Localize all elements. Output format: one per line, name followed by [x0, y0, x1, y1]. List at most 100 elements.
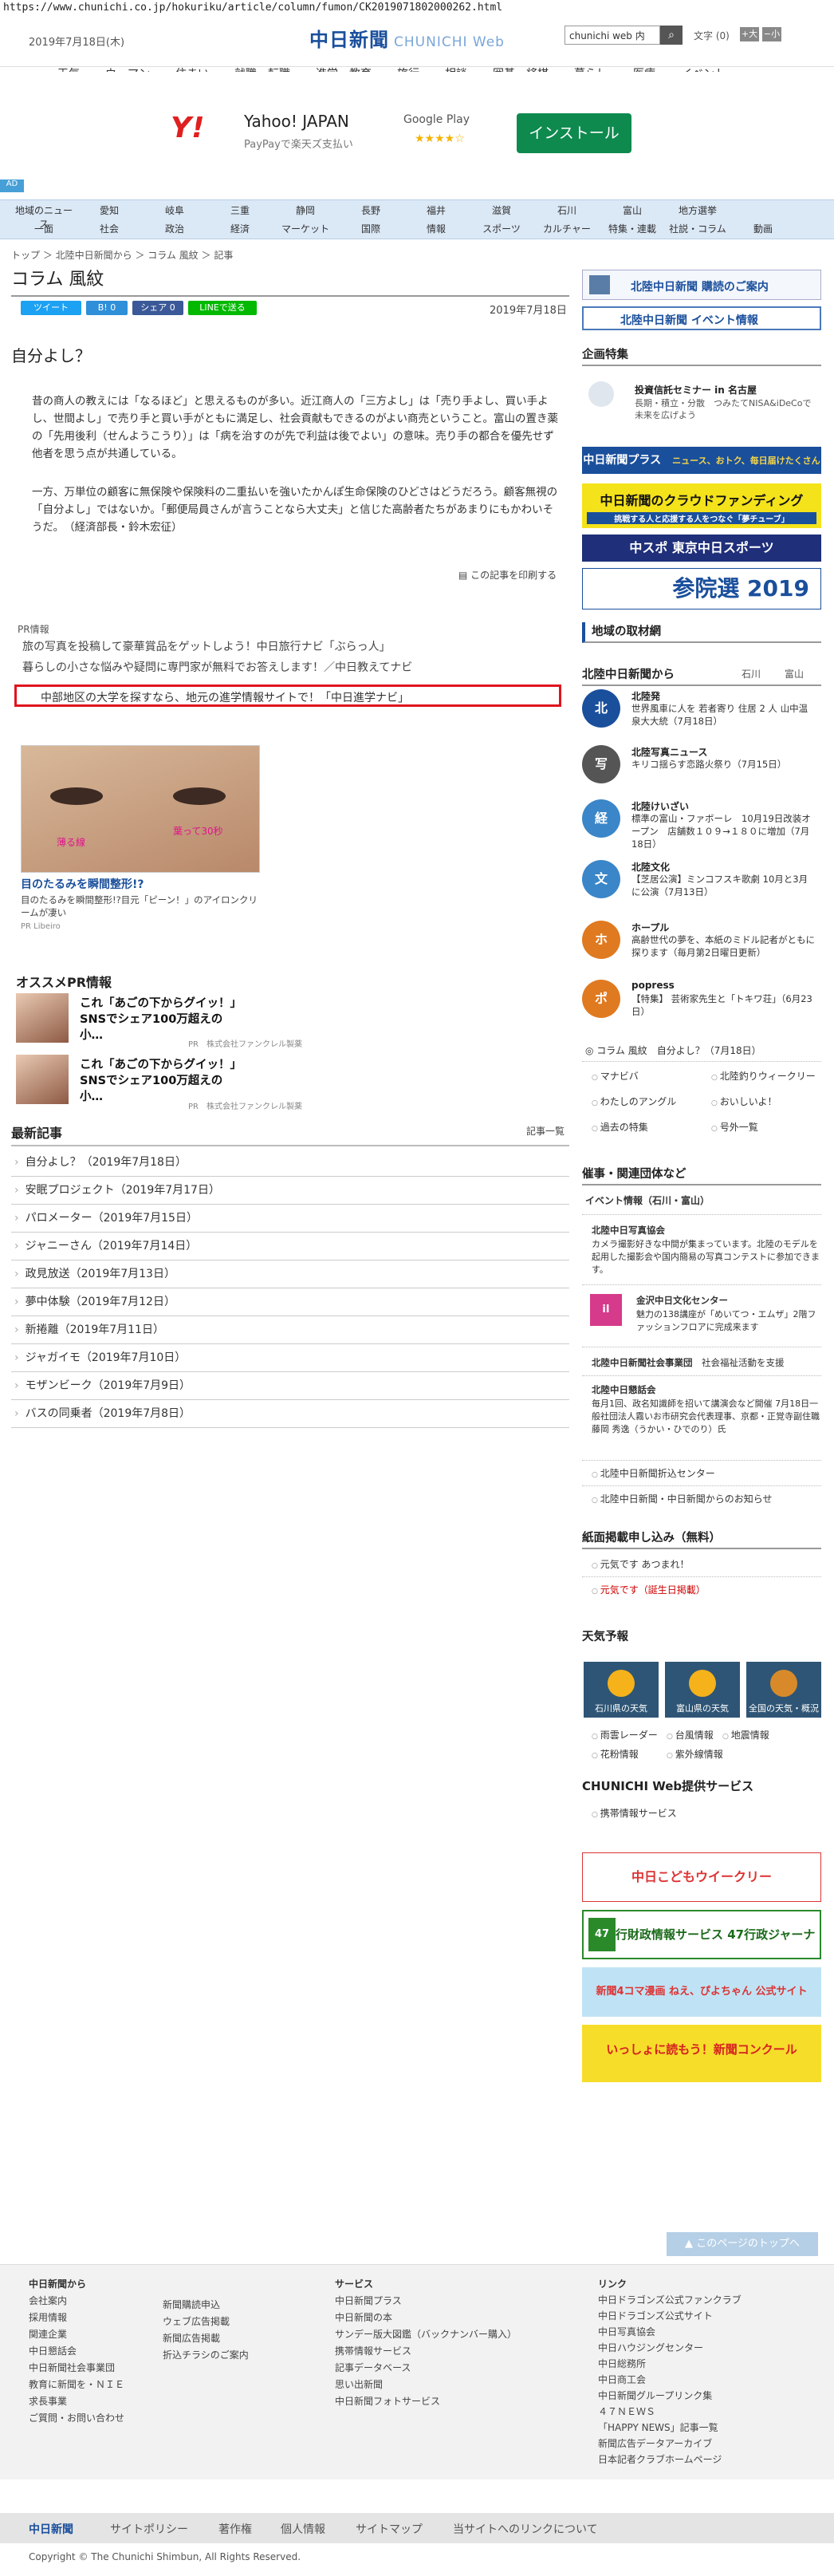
search-input[interactable]: chunichi web 内: [565, 26, 660, 45]
back-to-top-button[interactable]: ▲ このページのトップへ: [667, 2232, 818, 2256]
subnav-item[interactable]: 経済: [207, 222, 273, 235]
hokuriku-row-title[interactable]: popress: [631, 980, 675, 991]
rel-title-1[interactable]: 北陸中日写真協会: [592, 1224, 665, 1237]
footer-link[interactable]: 中日新聞フォトサービス: [335, 2393, 517, 2410]
hokuriku-row-title[interactable]: 北陸文化: [631, 860, 670, 874]
svc-link[interactable]: 携帯情報サービス: [592, 1806, 677, 1820]
hokuriku-row-title[interactable]: 北陸けいざい: [631, 799, 689, 813]
column-link[interactable]: ◎ コラム 風紋 自分よし？（7月18日）: [585, 1043, 761, 1057]
hokuriku-row-text[interactable]: 世界風車に人を 若者寄り 住居 2 人 山中温泉大大統（7月18日）: [631, 702, 815, 728]
related-event-link[interactable]: イベント情報（石川・富山）: [585, 1193, 710, 1207]
footer-link[interactable]: 思い出新聞: [335, 2377, 517, 2393]
hokuriku-row-text[interactable]: キリコ揺らす恋路火祭り（7月15日）: [631, 758, 815, 771]
footer-link[interactable]: 関連企業: [29, 2326, 124, 2343]
latest-article-link[interactable]: バスの同乗者（2019年7月8日）: [11, 1400, 569, 1428]
rel-row-3[interactable]: 北陸中日新聞社会事業団 社会福祉活動を支援: [592, 1356, 785, 1369]
site-logo[interactable]: 中日新聞 CHUNICHI Web: [309, 24, 505, 52]
latest-article-link[interactable]: 政見放送（2019年7月13日）: [11, 1260, 569, 1288]
subnav-item[interactable]: 社会: [77, 222, 142, 235]
footer-link[interactable]: 新聞購読申込: [163, 2297, 249, 2314]
footer-link[interactable]: 教育に新聞を・ＮＩＥ: [29, 2377, 124, 2393]
footer-link[interactable]: 中日ハウジングセンター: [598, 2340, 742, 2356]
footer-bar-link[interactable]: サイトポリシー: [110, 2521, 188, 2537]
event-banner[interactable]: 北陸中日新聞 イベント情報: [582, 306, 821, 330]
latest-article-link[interactable]: モザンビーク（2019年7月9日）: [11, 1372, 569, 1400]
hokuriku-row-title[interactable]: 北陸写真ニュース: [631, 745, 707, 759]
footer-link[interactable]: 日本記者クラブホームページ: [598, 2452, 742, 2468]
latest-article-link[interactable]: パロメーター（2019年7月15日）: [11, 1205, 569, 1233]
font-down-button[interactable]: −小: [762, 27, 781, 41]
tenki-toyama[interactable]: 富山県の天気: [665, 1662, 740, 1718]
latest-article-link[interactable]: ジャガイモ（2019年7月10日）: [11, 1344, 569, 1372]
chiiki-title[interactable]: 地域の取材網: [582, 622, 821, 643]
footer-bar-link[interactable]: サイトマップ: [356, 2521, 423, 2537]
hokuriku-row-text[interactable]: 標準の富山・ファボーレ 10月19日改装オープン 店舗数１０９→１８０に増加（7…: [631, 812, 815, 850]
rel-link-2[interactable]: 北陸中日新聞・中日新聞からのお知らせ: [592, 1492, 773, 1505]
osusume-thumb-1[interactable]: [16, 993, 69, 1043]
subnav-item[interactable]: 国際: [338, 222, 403, 235]
kikaku-link[interactable]: 投資信託セミナー in 名古屋: [635, 383, 757, 396]
tweet-button[interactable]: ツイート: [21, 301, 81, 315]
hokuriku-row-text[interactable]: 【芝居公演】ミンコフスキ歌劇 10月と3月に公演（7月13日）: [631, 873, 815, 898]
chunichi-plus-banner[interactable]: 中日新聞プラス ニュース、おトク、毎日届けたくさん: [582, 447, 821, 474]
crowdfunding-banner[interactable]: 中日新聞のクラウドファンディング 挑戦する人と応援する人をつなぐ「夢チューブ」: [582, 483, 821, 528]
footer-link[interactable]: 中日新聞の本: [335, 2310, 517, 2326]
right-link[interactable]: わたしのアングル: [592, 1095, 677, 1108]
latest-article-link[interactable]: ジャニーさん（2019年7月14日）: [11, 1233, 569, 1260]
subnav-item[interactable]: 社説・コラム: [665, 222, 730, 235]
facebook-share-button[interactable]: シェア 0: [132, 301, 183, 315]
hokuriku-row[interactable]: 文北陸文化 【芝居公演】ミンコフスキ歌劇 10月と3月に公演（7月13日）: [582, 858, 821, 911]
hokuriku-row[interactable]: 経北陸けいざい 標準の富山・ファボーレ 10月19日改装オープン 店舗数１０９→１…: [582, 798, 821, 850]
tenki-link-1[interactable]: 雨雲レーダー: [592, 1728, 658, 1742]
footer-link[interactable]: 中日新聞プラス: [335, 2293, 517, 2310]
ad-choices-icon[interactable]: AD: [0, 179, 24, 192]
rel-title-2[interactable]: 金沢中日文化センター: [636, 1294, 728, 1307]
gyozaisei-banner[interactable]: 47行財政情報サービス 47行政ジャーナル: [582, 1910, 821, 1988]
footer-link[interactable]: 「HAPPY NEWS」記事一覧: [598, 2420, 742, 2436]
right-link[interactable]: 号外一覧: [711, 1120, 758, 1134]
subnav-item[interactable]: 一面: [11, 222, 77, 235]
subnav-item[interactable]: 特集・連載: [600, 222, 665, 235]
latest-article-link[interactable]: 夢中体験（2019年7月12日）: [11, 1288, 569, 1316]
piyochan-banner[interactable]: 新聞4コマ漫画 ねえ、ぴよちゃん 公式サイト: [582, 1967, 821, 2017]
rel-title-4[interactable]: 北陸中日懇話会: [592, 1383, 656, 1396]
ad-image[interactable]: 薄る線 葉って30秒: [21, 745, 260, 873]
footer-link[interactable]: 中日新聞グループリンク集: [598, 2388, 742, 2404]
install-button[interactable]: インストール: [517, 113, 631, 153]
hokuriku-row-title[interactable]: ホープル: [631, 921, 669, 934]
latest-article-link[interactable]: 自分よし？（2019年7月18日）: [11, 1149, 569, 1177]
hokuriku-row-text[interactable]: 高齢世代の夢を、本紙のミドル記者がともに探ります（毎月第2日曜日更新）: [631, 933, 815, 959]
footer-link[interactable]: ４７ＮＥＷＳ: [598, 2404, 742, 2420]
right-link[interactable]: 過去の特集: [592, 1120, 648, 1134]
subnav-item[interactable]: スポーツ: [469, 222, 534, 235]
right-link[interactable]: おいしいよ！: [711, 1095, 777, 1108]
hokuriku-row[interactable]: ホホープル 高齢世代の夢を、本紙のミドル記者がともに探ります（毎月第2日曜日更新）: [582, 919, 821, 972]
kodomo-weekly-banner[interactable]: 中日こどもウイークリー: [582, 1852, 821, 1902]
print-link[interactable]: ▤ この記事を印刷する: [458, 568, 557, 582]
election-banner[interactable]: 参院選 2019: [582, 568, 821, 609]
subnav-item[interactable]: 情報: [403, 222, 469, 235]
hokuriku-row[interactable]: 写北陸写真ニュース キリコ揺らす恋路火祭り（7月15日）: [582, 744, 821, 796]
search-icon[interactable]: ⌕: [660, 26, 683, 45]
shinbun-contest-banner[interactable]: いっしょに読もう！新聞コンクール: [582, 2025, 821, 2082]
latest-article-link[interactable]: 安眠プロジェクト（2019年7月17日）: [11, 1177, 569, 1205]
footer-link[interactable]: 記事データベース: [335, 2360, 517, 2377]
pr-highlight-box[interactable]: 中部地区の大学を探すなら、地元の進学情報サイトで！「中日進学ナビ」: [14, 684, 561, 707]
hokuriku-row[interactable]: ポ popress 【特集】 芸術家先生と「トキワ荘」（6月23日）: [582, 978, 821, 1031]
footer-link[interactable]: ご質問・お問い合わせ: [29, 2410, 124, 2427]
toyama-tab[interactable]: 富山: [785, 667, 804, 680]
latest-article-link[interactable]: 新捲離（2019年7月11日）: [11, 1316, 569, 1344]
breadcrumb[interactable]: トップ ＞ 北陸中日新聞から ＞ コラム 風紋 ＞ 記事: [11, 248, 233, 262]
footer-bar-link[interactable]: 個人情報: [281, 2521, 325, 2537]
right-link[interactable]: 北陸釣りウィークリー: [711, 1069, 816, 1083]
tenki-link-3[interactable]: 地震情報: [722, 1728, 769, 1742]
footer-link[interactable]: 新聞広告掲載: [163, 2330, 249, 2347]
subnav-item[interactable]: 政治: [142, 222, 207, 235]
footer-bar-link[interactable]: 著作権: [218, 2521, 252, 2537]
subnav-item[interactable]: 動画: [730, 222, 796, 235]
footer-link[interactable]: 中日ドラゴンズ公式サイト: [598, 2308, 742, 2324]
footer-link[interactable]: 中日商工会: [598, 2372, 742, 2388]
footer-link[interactable]: 中日総務所: [598, 2356, 742, 2372]
footer-link[interactable]: ウェブ広告掲載: [163, 2314, 249, 2330]
hatena-button[interactable]: B! 0: [86, 301, 128, 315]
